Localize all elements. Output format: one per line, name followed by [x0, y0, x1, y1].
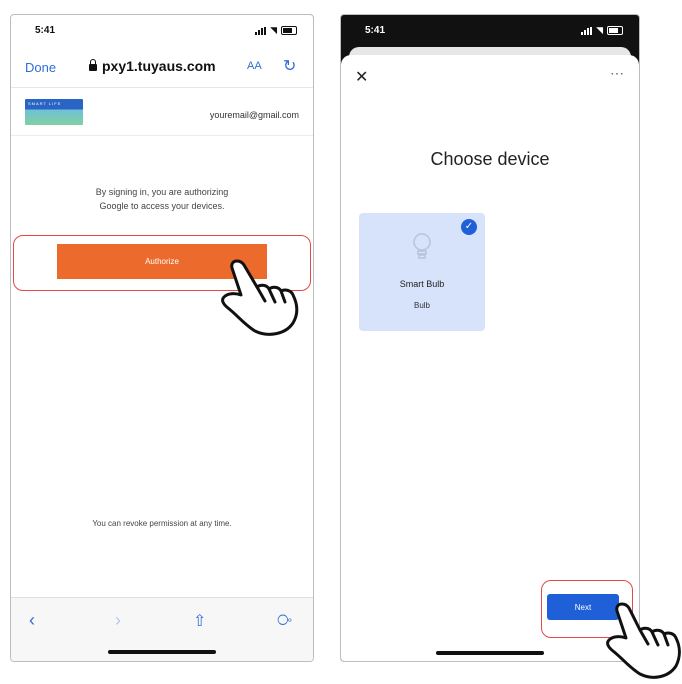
page-title: Choose device — [430, 149, 550, 169]
authorization-line-2: Google to access your devices. — [99, 201, 225, 211]
logo-text: SMART LIFE — [28, 101, 62, 106]
wifi-icon: ◥ — [270, 25, 277, 35]
device-type: Bulb — [413, 301, 430, 310]
status-time: 5:41 — [35, 25, 56, 36]
browser-toolbar: ‹ › ⇧ ⧂ — [11, 597, 313, 661]
url-text: pxy1.tuyaus.com — [102, 58, 216, 74]
more-options-icon[interactable]: ⋯ — [610, 65, 625, 82]
phone-left-browser: 5:41 ◥ Done pxy1.tuyaus.com AA ↻ SMART L… — [10, 14, 314, 662]
compass-icon[interactable]: ⧂ — [277, 612, 292, 629]
close-icon[interactable]: ✕ — [355, 67, 368, 87]
done-button[interactable]: Done — [25, 60, 56, 75]
signal-icon — [255, 26, 267, 35]
authorization-line-1: By signing in, you are authorizing — [95, 187, 229, 197]
battery-icon — [281, 26, 297, 35]
reload-icon[interactable]: ↻ — [283, 56, 296, 76]
status-bar: 5:41 ◥ — [11, 15, 313, 45]
text-size-button[interactable]: AA — [247, 60, 262, 72]
signal-icon — [581, 26, 593, 35]
device-card-smart-bulb[interactable]: ✓ Smart Bulb Bulb — [359, 213, 485, 331]
share-icon[interactable]: ⇧ — [193, 611, 206, 631]
bulb-icon — [413, 233, 431, 259]
authorization-message: By signing in, you are authorizing Googl… — [11, 185, 313, 213]
revoke-note: You can revoke permission at any time. — [92, 519, 232, 528]
pointing-hand-icon — [606, 602, 681, 679]
forward-icon[interactable]: › — [115, 610, 121, 631]
back-icon[interactable]: ‹ — [29, 610, 35, 631]
status-time: 5:41 — [365, 25, 386, 36]
wifi-icon: ◥ — [596, 25, 603, 35]
battery-icon — [607, 26, 623, 35]
home-indicator — [108, 650, 216, 654]
browser-url-bar: Done pxy1.tuyaus.com AA ↻ — [11, 47, 313, 88]
phone-right-google-home: 5:41 ◥ ✕ ⋯ Choose device ✓ Smart Bulb Bu… — [340, 14, 640, 662]
account-email: youremail@gmail.com — [209, 110, 299, 120]
status-icons: ◥ — [255, 25, 297, 36]
account-header: SMART LIFE youremail@gmail.com — [11, 95, 313, 136]
pointing-hand-icon — [221, 259, 299, 336]
url-field[interactable]: pxy1.tuyaus.com — [89, 58, 216, 74]
lock-icon — [89, 59, 97, 71]
device-name: Smart Bulb — [399, 279, 445, 289]
choose-device-sheet: ✕ ⋯ Choose device ✓ Smart Bulb Bulb Next — [341, 55, 639, 661]
status-bar: 5:41 ◥ — [341, 15, 639, 45]
home-indicator — [436, 651, 544, 655]
smart-life-logo: SMART LIFE — [25, 99, 83, 125]
status-icons: ◥ — [581, 25, 623, 36]
checkmark-icon: ✓ — [461, 219, 477, 235]
